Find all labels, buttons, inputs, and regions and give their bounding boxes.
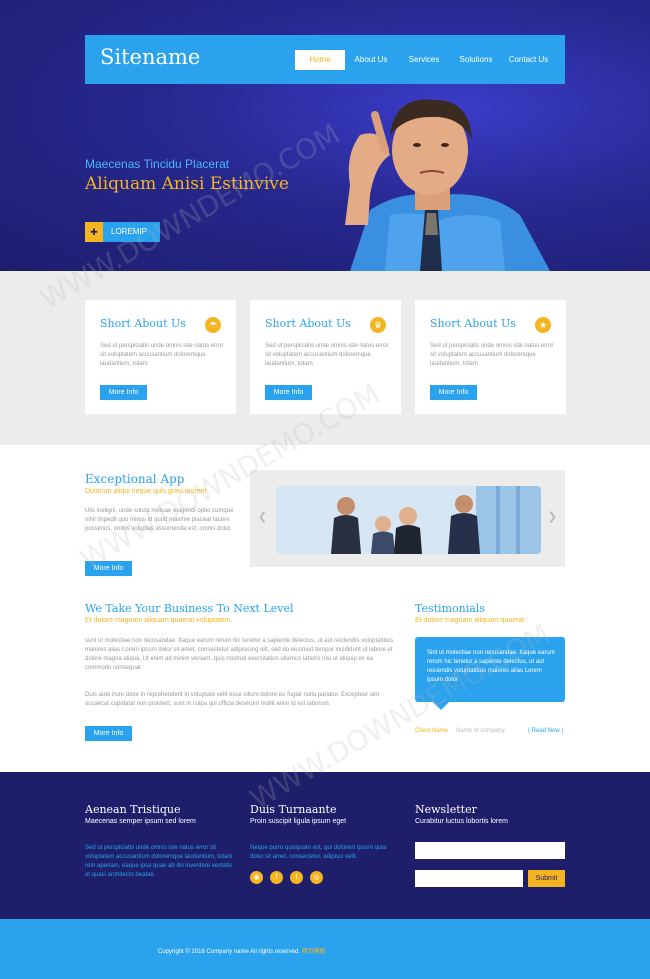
testimonial-bubble: Sint ut molestiae non recusandae. Itaque…	[415, 637, 565, 710]
copyright-bar: Copyright © 2016 Company name All rights…	[0, 919, 650, 979]
footer-col2-title: Duis Turnaante	[250, 803, 337, 816]
newsletter-name-input[interactable]	[415, 842, 565, 859]
slider-next-icon[interactable]: ❯	[548, 510, 557, 523]
facebook-icon[interactable]: f	[270, 871, 283, 884]
nav-solutions[interactable]: Solutions	[455, 50, 497, 70]
top-navbar: Sitename Home About Us Services Solution…	[85, 35, 565, 84]
footer-newsletter-title: Newsletter	[415, 803, 477, 816]
footer-newsletter-sub: Curabitur luctus lobortis lorem	[415, 818, 508, 825]
feature-text: Sed ut perspiciatis unde omnis iste natu…	[265, 343, 389, 367]
app-title: Exceptional App	[85, 472, 185, 486]
footer-col1-text: Sed ut perspiciatis unde omnis iste natu…	[85, 845, 233, 878]
twitter-icon[interactable]: t	[290, 871, 303, 884]
newsletter-submit-button[interactable]: Submit	[528, 870, 565, 887]
feature-text: Sed ut perspiciatis unde omnis iste natu…	[100, 343, 224, 367]
footer-col2-sub: Proin suscipit ligula ipsum eget	[250, 818, 347, 825]
feature-title: Short About Us	[430, 317, 516, 330]
nav-home[interactable]: Home	[295, 50, 345, 70]
app-more-info-button[interactable]: More Info	[85, 561, 132, 576]
hero-button[interactable]: ✚ LOREMIP	[85, 222, 160, 242]
hero-title: Aliquam Anisi Estinvive	[85, 174, 289, 194]
footer-col2-text: Neque porro quisquam est, qui dolorem ip…	[250, 845, 387, 860]
testimonial-text: Sint ut molestiae non recusandae. Itaque…	[427, 650, 555, 683]
hero-button-label: LOREMIP	[111, 227, 148, 236]
feature-card: Short About Us ★ Sed ut perspiciatis und…	[415, 300, 566, 414]
features-section: Short About Us ☂ Sed ut perspiciatis und…	[0, 271, 650, 445]
business-paragraph-1: sunt ut molestiae non recusandae. Itaque…	[85, 638, 394, 671]
copyright-text: Copyright © 2016 Company name All rights…	[158, 946, 326, 955]
feature-title: Short About Us	[265, 317, 351, 330]
copyright-link[interactable]: 网页模板	[302, 949, 326, 955]
hero-subtitle: Maecenas Tincidu Placerat	[85, 157, 230, 171]
testimonial-client-name[interactable]: Client Name	[415, 728, 448, 734]
testimonials-title: Testimonials	[415, 602, 485, 615]
feature-card: Short About Us ☂ Sed ut perspiciatis und…	[85, 300, 236, 414]
business-paragraph-2: Duis aute irure dolor in reprehenderit i…	[85, 692, 380, 707]
nav-contact-us[interactable]: Contact Us	[505, 50, 552, 70]
umbrella-icon: ☂	[205, 317, 221, 333]
feature-card: Short About Us ♛ Sed ut perspiciatis und…	[250, 300, 401, 414]
rss-icon[interactable]: ◉	[250, 871, 263, 884]
more-info-button[interactable]: More Info	[265, 385, 312, 400]
puzzle-icon: ✚	[85, 222, 103, 242]
site-logo[interactable]: Sitename	[100, 45, 200, 69]
dribbble-icon[interactable]: ◎	[310, 871, 323, 884]
feature-text: Sed ut perspiciatis unde omnis iste natu…	[430, 343, 554, 367]
hero-section: Sitename Home About Us Services Solution…	[0, 0, 650, 271]
trophy-icon: ♛	[370, 317, 386, 333]
business-title: We Take Your Business To Next Level	[85, 602, 294, 615]
image-slider: ❮ ❯	[250, 470, 565, 567]
feature-title: Short About Us	[100, 317, 186, 330]
app-subtitle: Dolorum aliqui neque quis gravi laoreet	[85, 488, 207, 495]
footer-col1-title: Aenean Tristique	[85, 803, 181, 816]
star-icon: ★	[535, 317, 551, 333]
slider-team-image	[276, 486, 541, 554]
more-info-button[interactable]: More Info	[430, 385, 477, 400]
more-info-button[interactable]: More Info	[100, 385, 147, 400]
newsletter-email-input[interactable]	[415, 870, 523, 887]
testimonial-company: Name of company	[456, 728, 505, 734]
nav-services[interactable]: Services	[405, 50, 443, 70]
read-now-link[interactable]: ( Read Now )	[528, 728, 563, 734]
hero-person-image	[345, 99, 550, 271]
business-subtitle: Et dolore magnam aliquam quaerat volupta…	[85, 617, 233, 624]
footer: Aenean Tristique Maecenas semper ipsum s…	[0, 772, 650, 919]
nav-about-us[interactable]: About Us	[351, 50, 391, 70]
footer-col1-sub: Maecenas semper ipsum sed lorem	[85, 818, 196, 825]
app-text: Ulis ineligni, unde soluta metuae euigen…	[85, 508, 234, 532]
business-more-info-button[interactable]: More Info	[85, 726, 132, 741]
copyright-label: Copyright © 2016 Company name All rights…	[158, 949, 300, 955]
slider-prev-icon[interactable]: ❮	[258, 510, 267, 523]
testimonials-subtitle: Et dolore magnam aliquam quaerat	[415, 617, 525, 624]
